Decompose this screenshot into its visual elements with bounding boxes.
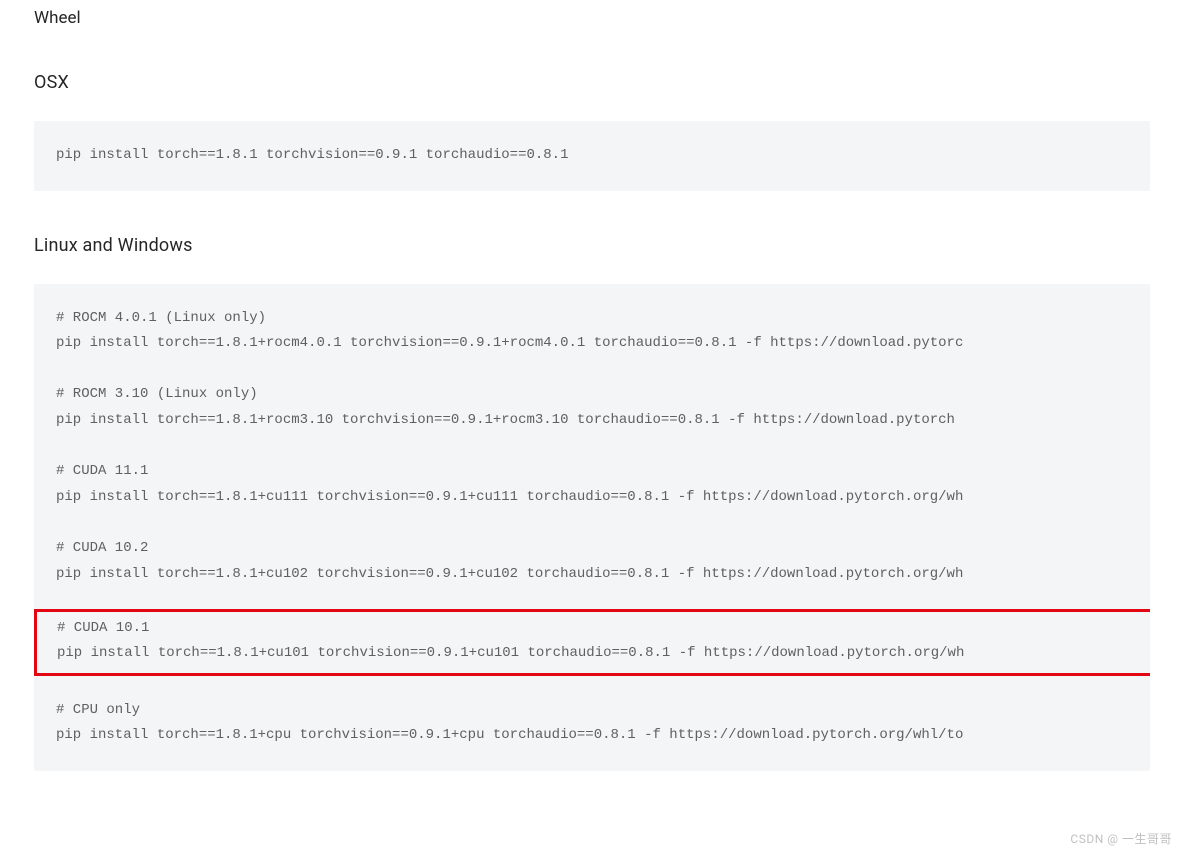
heading-osx: OSX — [34, 72, 1150, 93]
code-segment-highlight: # CUDA 10.1 pip install torch==1.8.1+cu1… — [57, 620, 964, 662]
heading-linux-windows: Linux and Windows — [34, 235, 1150, 256]
code-segment-bottom: # CPU only pip install torch==1.8.1+cpu … — [56, 702, 963, 744]
code-block-linux-windows[interactable]: # ROCM 4.0.1 (Linux only) pip install to… — [34, 284, 1150, 771]
watermark-text: CSDN @ 一生哥哥 — [1070, 830, 1172, 847]
code-block-osx[interactable]: pip install torch==1.8.1 torchvision==0.… — [34, 121, 1150, 191]
highlight-cuda101: # CUDA 10.1 pip install torch==1.8.1+cu1… — [34, 609, 1150, 676]
heading-wheel: Wheel — [34, 8, 1150, 28]
code-segment-top: # ROCM 4.0.1 (Linux only) pip install to… — [56, 310, 963, 582]
code-scroll-wrapper[interactable]: # ROCM 4.0.1 (Linux only) pip install to… — [34, 284, 1150, 779]
